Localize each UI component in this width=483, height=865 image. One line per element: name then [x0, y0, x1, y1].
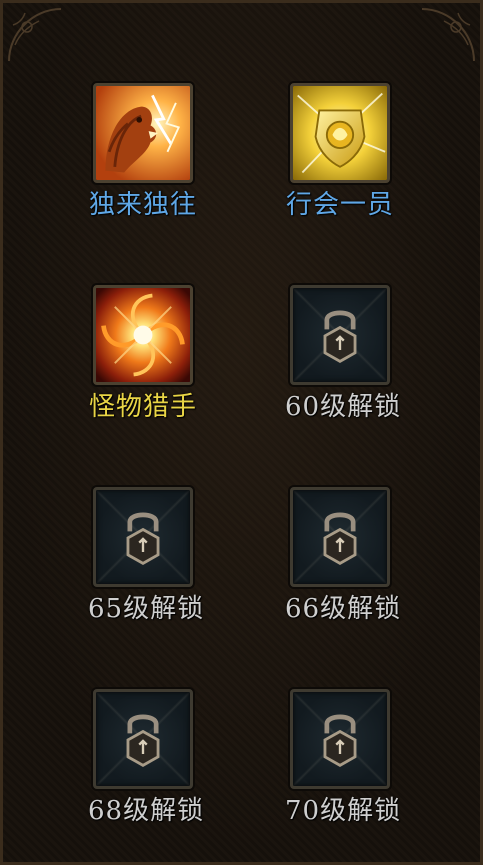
skill-label: 怪物猎手: [88, 392, 197, 422]
skill-label: 65级解锁: [88, 594, 205, 624]
padlock-icon[interactable]: [290, 487, 390, 587]
skill-slot-solo[interactable]: 独来独往: [88, 83, 198, 221]
fire-vortex-icon[interactable]: [93, 285, 193, 385]
skill-slot-monster-hunter[interactable]: 怪物猎手: [88, 285, 198, 423]
padlock-icon[interactable]: [290, 285, 390, 385]
skill-slot-locked-60[interactable]: 60级解锁: [285, 285, 402, 423]
skill-label: 60级解锁: [285, 392, 402, 422]
skill-label: 66级解锁: [285, 594, 402, 624]
padlock-icon[interactable]: [93, 487, 193, 587]
skill-slot-locked-66[interactable]: 66级解锁: [285, 487, 402, 625]
skill-slot-locked-68[interactable]: 68级解锁: [88, 689, 205, 827]
corner-ornament-icon: [421, 8, 475, 62]
skill-slot-locked-65[interactable]: 65级解锁: [88, 487, 205, 625]
skill-panel: 独来独往 行会一员 怪物猎手 60级解锁 65级解锁 66级解锁 68级解锁 7…: [0, 0, 483, 865]
padlock-icon[interactable]: [93, 689, 193, 789]
skill-slot-locked-70[interactable]: 70级解锁: [285, 689, 402, 827]
lion-roar-icon[interactable]: [93, 83, 193, 183]
golden-shield-icon[interactable]: [290, 83, 390, 183]
skill-label: 独来独往: [88, 190, 197, 220]
skill-label: 68级解锁: [88, 796, 205, 826]
skill-slot-guild[interactable]: 行会一员: [285, 83, 395, 221]
padlock-icon[interactable]: [290, 689, 390, 789]
corner-ornament-icon: [8, 8, 62, 62]
skill-label: 行会一员: [285, 190, 394, 220]
skill-label: 70级解锁: [285, 796, 402, 826]
